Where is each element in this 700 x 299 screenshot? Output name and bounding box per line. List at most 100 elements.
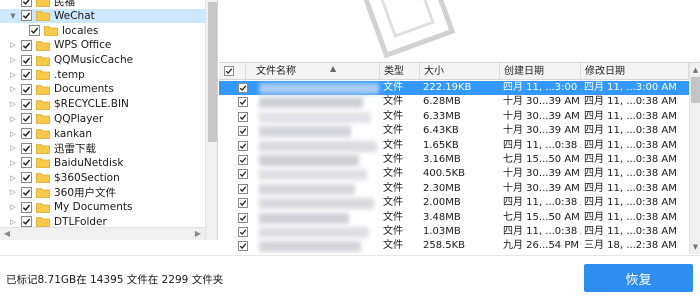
table-row[interactable]: 文件 2.00MB 四月 11, ...0:38 AM四月 11, ...0:38 … [219, 196, 689, 210]
expand-icon[interactable] [8, 0, 18, 6]
scrollbar-thumb[interactable] [208, 2, 217, 142]
tree-item[interactable]: ▷ $RECYCLE.BIN [0, 97, 205, 112]
tree-item[interactable]: ▷ .temp [0, 68, 205, 83]
tree-item-checkbox[interactable] [21, 10, 32, 22]
column-header-name[interactable]: 文件名称 ▲ [250, 63, 380, 80]
table-row[interactable]: 文件 6.33MB 十月 30...39 AM 四月 11, ...0:38 AM [219, 110, 689, 124]
expand-icon[interactable]: ▷ [8, 217, 18, 227]
cell-type: 文件 [383, 240, 403, 252]
table-row[interactable]: 文件 222.19KB 四月 11, ...3:00 AM四月 11, ...3:0… [219, 81, 689, 96]
folder-tree[interactable]: 民福 ▼ WeChat locales ▷ WPS Office ▷ QQMusicCache… [0, 0, 218, 240]
tree-item[interactable]: ▷ QQPlayer [0, 112, 205, 127]
row-checkbox[interactable] [238, 126, 248, 137]
expand-icon[interactable]: ▷ [8, 84, 18, 94]
folder-tree-vertical-scrollbar[interactable] [205, 0, 217, 240]
tree-item[interactable]: ▷ Documents [0, 82, 205, 97]
column-header-type[interactable]: 类型 [380, 63, 420, 80]
table-row[interactable]: 文件 258.5KB 九月 26...54 PM 三月 18, ...2:38 AM [219, 239, 689, 253]
row-checkbox[interactable] [238, 83, 248, 93]
expand-icon[interactable]: ▷ [8, 143, 18, 153]
tree-item-checkbox[interactable] [21, 157, 32, 169]
cell-modified-date: 四月 11, ...3:00 AM [584, 82, 677, 93]
select-all-checkbox[interactable] [224, 66, 234, 76]
expand-icon[interactable]: ▷ [8, 173, 18, 183]
tree-item-checkbox[interactable] [21, 128, 32, 140]
tree-item[interactable]: ▷ QQMusicCache [0, 53, 205, 68]
expand-icon[interactable]: ▷ [8, 40, 18, 50]
tree-item-checkbox[interactable] [21, 216, 32, 228]
row-checkbox[interactable] [238, 111, 248, 122]
cell-type: 文件 [383, 197, 403, 209]
column-header-created[interactable]: 创建日期 [500, 63, 581, 80]
redacted-file-name [259, 198, 374, 210]
redacted-file-name [259, 227, 369, 238]
row-checkbox[interactable] [238, 155, 248, 165]
tree-item-checkbox[interactable] [21, 113, 32, 125]
file-list[interactable]: 文件名称 ▲ 类型 大小 创建日期 修改日期 文件 222.19KB 四月 11, … [219, 62, 700, 254]
table-row[interactable]: 文件 1.03MB 四月 11, ...0:38 AM四月 11, ...0:38 … [219, 225, 689, 239]
row-checkbox[interactable] [238, 241, 248, 252]
cell-size: 3.16MB [423, 154, 461, 165]
scroll-left-icon[interactable]: ◀ [2, 229, 12, 239]
tree-item[interactable]: ▷ kankan [0, 126, 205, 141]
header-select-all[interactable] [219, 63, 246, 80]
tree-item-checkbox[interactable] [21, 172, 32, 184]
scroll-down-icon[interactable]: ▼ [691, 243, 700, 252]
expand-icon[interactable]: ▷ [8, 158, 18, 168]
expand-icon[interactable]: ▷ [8, 114, 18, 124]
restore-button[interactable]: 恢复 [584, 264, 693, 292]
tree-item[interactable]: locales [0, 23, 205, 38]
tree-item-checkbox[interactable] [29, 25, 40, 37]
table-row[interactable]: 文件 400.5KB 十月 30...39 AM 四月 11, ...0:38 AM [219, 167, 689, 181]
scroll-right-icon[interactable]: ▶ [193, 229, 203, 239]
tree-item-label: BaiduNetdisk [54, 156, 124, 169]
tree-item-label: locales [62, 24, 99, 37]
tree-item-checkbox[interactable] [21, 0, 32, 7]
tree-item[interactable]: ▷ My Documents [0, 200, 205, 215]
scrollbar-thumb[interactable] [691, 77, 700, 103]
table-row[interactable]: 文件 3.16MB 七月 15...50 AM 四月 11, ...0:38 AM [219, 153, 689, 167]
expand-icon[interactable]: ▷ [8, 187, 18, 197]
divider [0, 255, 700, 256]
expand-icon[interactable]: ▷ [8, 55, 18, 65]
tree-item[interactable]: ▷ 迅雷下载 [0, 141, 205, 156]
expand-icon[interactable]: ▷ [8, 99, 18, 109]
row-checkbox[interactable] [238, 212, 248, 223]
tree-item-checkbox[interactable] [21, 54, 32, 66]
row-checkbox[interactable] [238, 227, 248, 237]
row-checkbox[interactable] [238, 183, 248, 194]
row-checkbox[interactable] [238, 97, 248, 108]
table-row[interactable]: 文件 6.28MB 十月 30...39 AM 四月 11, ...0:38 AM [219, 95, 689, 109]
expand-icon[interactable]: ▷ [8, 202, 18, 212]
collapse-icon[interactable]: ▼ [8, 11, 18, 21]
tree-item[interactable]: ▷ $360Section [0, 170, 205, 185]
table-row[interactable]: 文件 6.43KB 十月 30...39 AM 四月 11, ...0:38 AM [219, 124, 689, 138]
row-checkbox[interactable] [238, 140, 248, 151]
row-checkbox[interactable] [238, 169, 248, 180]
redacted-file-name [259, 140, 377, 152]
tree-item-checkbox[interactable] [21, 83, 32, 95]
column-header-modified[interactable]: 修改日期 [581, 63, 689, 80]
expand-icon[interactable]: ▷ [8, 129, 18, 139]
tree-item[interactable]: ▷ 360用户文件 [0, 185, 205, 200]
tree-item[interactable]: ▼ WeChat [0, 8, 205, 24]
expand-icon[interactable]: ▷ [8, 70, 18, 80]
tree-item-checkbox[interactable] [21, 69, 32, 81]
scroll-up-icon[interactable]: ▲ [691, 66, 700, 75]
folder-tree-horizontal-scrollbar[interactable]: ◀ ▶ [0, 227, 205, 240]
column-header-size[interactable]: 大小 [420, 63, 500, 80]
table-row[interactable]: 文件 1.65KB 四月 11, ...0:38 AM四月 11, ...0:38 … [219, 139, 689, 153]
file-list-vertical-scrollbar[interactable]: ▲ ▼ [689, 63, 700, 254]
table-row[interactable]: 文件 2.30MB 十月 30...39 AM 四月 11, ...0:38 AM [219, 182, 689, 196]
table-row[interactable]: 文件 3.48MB 七月 15...50 AM 四月 11, ...0:38 AM [219, 211, 689, 225]
tree-item-checkbox[interactable] [21, 201, 32, 213]
tree-item-checkbox[interactable] [21, 39, 32, 51]
tree-item-checkbox[interactable] [21, 98, 32, 110]
redacted-file-name [259, 111, 371, 123]
tree-item-checkbox[interactable] [21, 142, 32, 154]
row-checkbox[interactable] [238, 198, 248, 209]
tree-item[interactable]: ▷ BaiduNetdisk [0, 156, 205, 171]
tree-item-checkbox[interactable] [21, 186, 32, 198]
tree-item[interactable]: 民福 [0, 0, 205, 9]
tree-item[interactable]: ▷ WPS Office [0, 38, 205, 53]
